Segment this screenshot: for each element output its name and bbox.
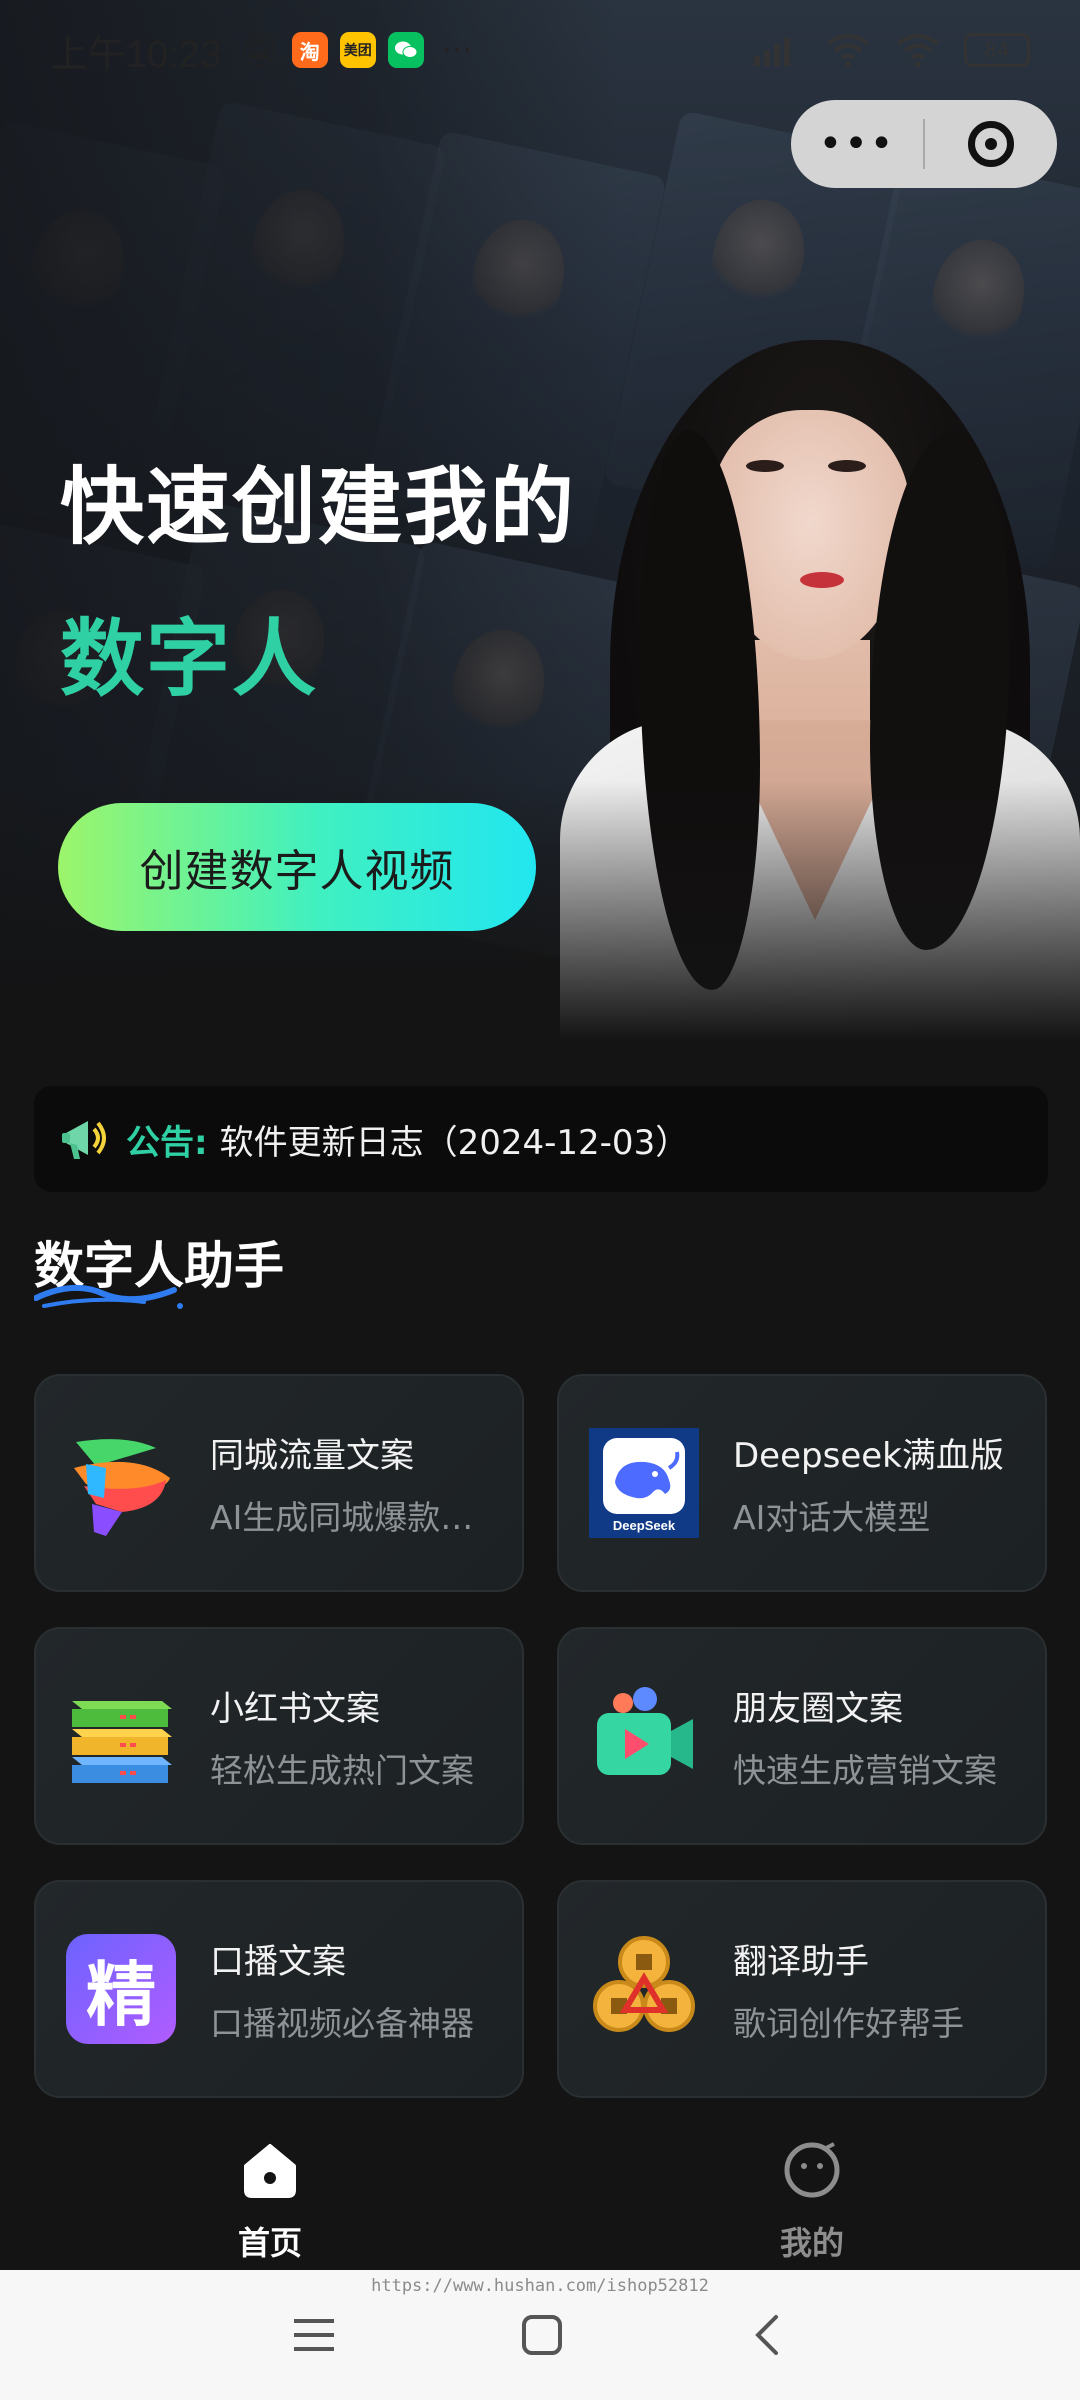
hero-title: 快速创建我的 [60, 458, 577, 556]
wifi-icon [826, 34, 870, 67]
gold-coins-icon [589, 1934, 699, 2044]
stacked-books-icon [66, 1681, 176, 1791]
colorful-p-icon [66, 1428, 176, 1538]
card-subtitle: AI生成同城爆款… [210, 1497, 474, 1537]
nav-home[interactable]: 首页 [170, 2140, 370, 2264]
announcement-bar[interactable]: 公告: 软件更新日志（2024-12-03） [34, 1086, 1048, 1192]
svg-text:DeepSeek: DeepSeek [613, 1518, 676, 1533]
megaphone-icon [62, 1121, 106, 1159]
hero-title-accent: 数字人 [60, 610, 319, 708]
card-subtitle: 歌词创作好帮手 [733, 2003, 964, 2043]
nav-mine-label: 我的 [779, 2224, 844, 2262]
jing-character-icon: 精 [66, 1934, 176, 2044]
home-icon [244, 2144, 296, 2198]
home-square-icon[interactable] [520, 2313, 564, 2357]
wechat-icon [387, 32, 424, 68]
card-subtitle: 轻松生成热门文案 [210, 1750, 474, 1790]
card-moments-copy[interactable]: 朋友圈文案 快速生成营销文案 [557, 1627, 1047, 1845]
nav-mine[interactable]: 我的 [712, 2140, 912, 2264]
deepseek-whale-icon: DeepSeek [589, 1428, 699, 1538]
card-title: 翻译助手 [733, 1941, 869, 1982]
more-notifications-icon: ··· [441, 31, 473, 69]
menu-icon[interactable] [292, 2315, 336, 2355]
signal-icon [754, 38, 790, 66]
card-translation-assistant[interactable]: 翻译助手 歌词创作好帮手 [557, 1880, 1047, 2098]
watermark-url: https://www.hushan.com/ishop52812 [371, 2276, 709, 2296]
smiley-profile-icon [784, 2142, 840, 2198]
taobao-icon: 淘 [291, 32, 328, 68]
card-title: 朋友圈文案 [733, 1688, 903, 1729]
card-title: 小红书文案 [210, 1688, 380, 1729]
card-title: 同城流量文案 [210, 1435, 414, 1476]
create-digital-human-video-button[interactable]: 创建数字人视频 [58, 803, 536, 931]
bottom-navigation: 首页 我的 [0, 2120, 1080, 2270]
card-voiceover-copy[interactable]: 精 口播文案 口播视频必备神器 [34, 1880, 524, 2098]
nav-home-label: 首页 [237, 2224, 302, 2262]
close-miniprogram-button[interactable] [925, 121, 1057, 167]
video-camera-icon [589, 1681, 699, 1791]
status-bar: 上午10:23 🔕︎ 淘 美团 ··· 84 [0, 0, 1080, 100]
target-icon [968, 121, 1014, 167]
card-subtitle: 口播视频必备神器 [210, 2003, 474, 2043]
miniprogram-capsule: ••• [791, 100, 1057, 188]
mute-icon: 🔕︎ [239, 31, 280, 69]
card-local-traffic-copy[interactable]: 同城流量文案 AI生成同城爆款… [34, 1374, 524, 1592]
card-title: 口播文案 [210, 1941, 346, 1982]
card-subtitle: 快速生成营销文案 [733, 1750, 997, 1790]
meituan-icon: 美团 [339, 32, 376, 68]
wifi-icon-2 [896, 34, 940, 67]
title-underline-decoration [34, 1284, 183, 1309]
card-title: Deepseek满血版 [733, 1435, 1004, 1476]
announcement-text: 软件更新日志（2024-12-03） [219, 1122, 690, 1163]
card-xiaohongshu-copy[interactable]: 小红书文案 轻松生成热门文案 [34, 1627, 524, 1845]
battery-icon: 84 [964, 33, 1030, 67]
more-options-button[interactable]: ••• [791, 121, 923, 167]
back-icon[interactable] [748, 2313, 788, 2357]
card-subtitle: AI对话大模型 [733, 1497, 931, 1537]
status-time: 上午10:23 [50, 33, 222, 76]
announcement-label: 公告: [126, 1122, 208, 1163]
card-deepseek[interactable]: DeepSeek Deepseek满血版 AI对话大模型 [557, 1374, 1047, 1592]
